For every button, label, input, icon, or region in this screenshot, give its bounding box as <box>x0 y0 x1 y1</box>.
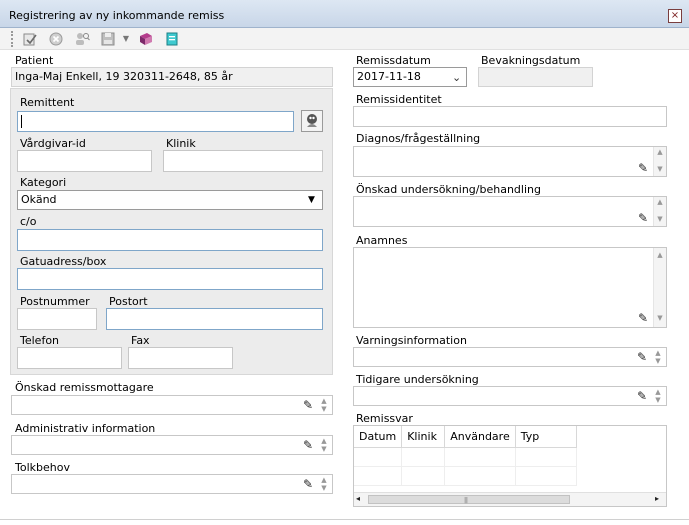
chevron-down-icon: ▼ <box>308 195 315 205</box>
scroll-up-icon[interactable]: ▲ <box>654 198 666 206</box>
text-cursor <box>21 115 22 128</box>
mottagare-field[interactable]: ✎ ▲ ▼ <box>11 395 333 415</box>
document-icon[interactable] <box>164 31 180 47</box>
fax-field[interactable] <box>128 347 233 369</box>
dropdown-arrow-icon[interactable]: ▼ <box>121 31 131 47</box>
co-label: c/o <box>20 215 37 228</box>
remittent-input[interactable] <box>17 111 294 132</box>
scrollbar[interactable]: ▲ ▼ <box>653 248 666 327</box>
gatuadress-field[interactable] <box>17 268 323 290</box>
kategori-select[interactable]: Okänd ▼ <box>17 190 323 210</box>
varning-field[interactable]: ✎ ▲ ▼ <box>353 347 667 367</box>
spin-icon[interactable]: ▲ ▼ <box>653 388 663 404</box>
window-title: Registrering av ny inkommande remiss <box>9 9 225 22</box>
vardgivar-id-label: Vårdgivar-id <box>20 137 86 150</box>
undersokning-label: Önskad undersökning/behandling <box>356 183 541 196</box>
telefon-field[interactable] <box>17 347 122 369</box>
user-lookup-icon <box>307 114 317 127</box>
remittent-label: Remittent <box>20 96 75 109</box>
admin-info-field[interactable]: ✎ ▲ ▼ <box>11 435 333 455</box>
varning-label: Varningsinformation <box>356 334 467 347</box>
scrollbar[interactable]: ▲ ▼ <box>653 197 666 226</box>
table-row[interactable] <box>354 447 577 467</box>
pencil-icon[interactable]: ✎ <box>636 161 650 175</box>
anamnes-label: Anamnes <box>356 234 408 247</box>
column-header[interactable]: Användare <box>444 426 516 448</box>
patient-field: Inga-Maj Enkell, 19 320311-2648, 85 år <box>11 67 333 87</box>
pencil-icon[interactable]: ✎ <box>636 211 650 225</box>
close-button[interactable]: × <box>668 9 682 23</box>
fax-label: Fax <box>131 334 150 347</box>
column-header[interactable]: Typ <box>515 426 577 448</box>
remissdatum-value: 2017-11-18 <box>357 70 421 83</box>
horizontal-scrollbar[interactable]: ◂ ||| ▸ <box>354 492 666 506</box>
mottagare-label: Önskad remissmottagare <box>15 381 154 394</box>
remissidentitet-label: Remissidentitet <box>356 93 442 106</box>
remissvar-table[interactable]: Datum Klinik Användare Typ ◂ ||| ▸ <box>353 425 667 507</box>
scroll-down-icon[interactable]: ▼ <box>654 165 666 173</box>
pencil-icon[interactable]: ✎ <box>635 350 649 364</box>
book-icon[interactable] <box>138 31 154 47</box>
tolkbehov-label: Tolkbehov <box>15 461 70 474</box>
remissdatum-picker[interactable]: 2017-11-18 ⌄ <box>353 67 467 87</box>
remittent-lookup-button[interactable] <box>301 110 323 132</box>
remissvar-grid: Datum Klinik Användare Typ <box>354 426 577 486</box>
kategori-value: Okänd <box>21 193 57 206</box>
pencil-icon[interactable]: ✎ <box>636 311 650 325</box>
pencil-icon[interactable]: ✎ <box>301 398 315 412</box>
remissdatum-label: Remissdatum <box>356 54 431 67</box>
diagnos-field[interactable]: ▲ ▼ ✎ <box>353 146 667 177</box>
patient-value: Inga-Maj Enkell, 19 320311-2648, 85 år <box>15 70 233 83</box>
spin-icon[interactable]: ▲ ▼ <box>319 397 329 413</box>
tolkbehov-field[interactable]: ✎ ▲ ▼ <box>11 474 333 494</box>
tidigare-field[interactable]: ✎ ▲ ▼ <box>353 386 667 406</box>
pencil-icon[interactable]: ✎ <box>301 438 315 452</box>
bevakningsdatum-label: Bevakningsdatum <box>481 54 581 67</box>
postnummer-label: Postnummer <box>20 295 90 308</box>
spin-icon[interactable]: ▲ ▼ <box>653 349 663 365</box>
kategori-label: Kategori <box>20 176 67 189</box>
diagnos-label: Diagnos/frågeställning <box>356 132 481 145</box>
telefon-label: Telefon <box>20 334 60 347</box>
co-field[interactable] <box>17 229 323 251</box>
undersokning-field[interactable]: ▲ ▼ ✎ <box>353 196 667 227</box>
table-row[interactable] <box>354 466 577 486</box>
chevron-down-icon: ⌄ <box>452 71 462 84</box>
remissvar-label: Remissvar <box>356 412 413 425</box>
column-header[interactable]: Klinik <box>401 426 446 448</box>
bevakningsdatum-field <box>478 67 593 87</box>
user-search-icon[interactable] <box>74 31 90 47</box>
scrollbar[interactable]: ▲ ▼ <box>653 147 666 176</box>
bottom-border <box>0 519 689 520</box>
spin-icon[interactable]: ▲ ▼ <box>319 437 329 453</box>
anamnes-field[interactable]: ▲ ▼ ✎ <box>353 247 667 328</box>
edit-icon[interactable] <box>22 31 38 47</box>
scroll-up-icon[interactable]: ▲ <box>654 251 666 259</box>
pencil-icon[interactable]: ✎ <box>635 389 649 403</box>
toolbar-grip-icon[interactable] <box>11 31 14 47</box>
remissidentitet-field[interactable] <box>353 106 667 127</box>
spin-icon[interactable]: ▲ ▼ <box>319 476 329 492</box>
scroll-down-icon[interactable]: ▼ <box>654 314 666 322</box>
postort-label: Postort <box>109 295 148 308</box>
grip-icon: ||| <box>464 497 468 504</box>
vardgivar-id-field[interactable] <box>17 150 152 172</box>
pencil-icon[interactable]: ✎ <box>301 477 315 491</box>
admin-info-label: Administrativ information <box>15 422 156 435</box>
klinik-label: Klinik <box>166 137 196 150</box>
scroll-down-icon[interactable]: ▼ <box>654 215 666 223</box>
postnummer-field[interactable] <box>17 308 97 330</box>
save-icon[interactable] <box>100 31 116 47</box>
scroll-left-icon[interactable]: ◂ <box>356 494 360 503</box>
klinik-field[interactable] <box>163 150 323 172</box>
tidigare-label: Tidigare undersökning <box>356 373 479 386</box>
scroll-right-icon[interactable]: ▸ <box>655 494 659 503</box>
patient-label: Patient <box>15 54 54 67</box>
gatuadress-label: Gatuadress/box <box>20 255 107 268</box>
cancel-icon[interactable] <box>48 31 64 47</box>
scroll-thumb[interactable]: ||| <box>368 495 570 504</box>
column-header[interactable]: Datum <box>354 426 403 448</box>
postort-field[interactable] <box>106 308 323 330</box>
scroll-up-icon[interactable]: ▲ <box>654 148 666 156</box>
